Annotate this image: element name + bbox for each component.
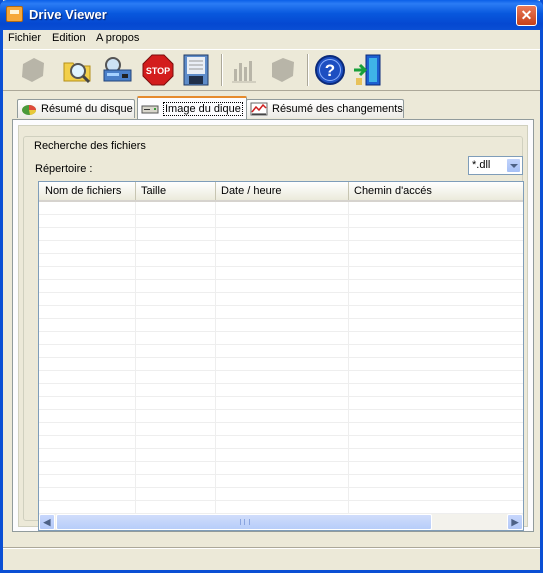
tab-panel: Recherche des fichiers Répertoire : *.dl… (12, 119, 534, 532)
drive-shape-button[interactable] (15, 52, 49, 87)
close-button[interactable]: ✕ (516, 5, 537, 26)
column-divider[interactable] (215, 182, 216, 200)
scrollbar-thumb[interactable] (56, 514, 432, 530)
stop-label: STOP (146, 66, 170, 76)
tab-label: Résumé du disque (41, 103, 133, 115)
grip-icon (240, 519, 250, 525)
floppy-save-button[interactable] (179, 52, 213, 87)
drive-shape-button-2[interactable] (265, 52, 299, 87)
column-header-path[interactable]: Chemin d'accés (354, 185, 432, 197)
stop-button[interactable]: STOP (141, 52, 175, 87)
tab-label: Résumé des changements (272, 103, 403, 115)
tab-strip: Résumé du disque Image du dique Résumé d… (3, 96, 540, 120)
file-search-group: Recherche des fichiers Répertoire : *.dl… (23, 136, 524, 531)
column-divider[interactable] (348, 182, 349, 200)
scanner-icon (103, 56, 132, 81)
toolbar-separator (221, 54, 223, 86)
tab-resume-changements[interactable]: Résumé des changements (246, 99, 404, 118)
folder-search-button[interactable] (61, 52, 95, 87)
help-label: ? (325, 61, 335, 80)
status-bar (3, 547, 540, 571)
title-bar[interactable]: Drive Viewer ✕ (0, 0, 543, 30)
tab-resume-disque[interactable]: Résumé du disque (17, 99, 135, 118)
toolbar: STOP ? (3, 49, 540, 91)
menu-fichier[interactable]: Fichier (8, 32, 41, 44)
column-gridline (135, 202, 136, 514)
tab-image-disque[interactable]: Image du dique (137, 96, 247, 119)
column-header-size[interactable]: Taille (141, 185, 166, 197)
floppy-save-icon (183, 54, 209, 85)
menu-a-propos[interactable]: A propos (96, 32, 139, 44)
file-list-body[interactable] (39, 202, 523, 514)
column-divider[interactable] (135, 182, 136, 200)
help-icon: ? (315, 54, 345, 85)
drive-shape-icon (272, 57, 294, 82)
file-filter-select[interactable]: *.dll (468, 156, 523, 175)
stop-icon: STOP (142, 54, 174, 85)
main-window: Drive Viewer ✕ Fichier Edition A propos … (0, 0, 543, 573)
column-header-name[interactable]: Nom de fichiers (45, 185, 121, 197)
menu-edition[interactable]: Edition (52, 32, 86, 44)
scanner-button[interactable] (100, 52, 134, 87)
scroll-right-icon[interactable]: ▶ (507, 514, 523, 530)
filter-value: *.dll (472, 159, 491, 171)
folder-search-icon (63, 62, 91, 83)
drive-shape-icon (22, 57, 44, 82)
toolbar-separator (307, 54, 309, 86)
scroll-left-icon[interactable]: ◀ (39, 514, 55, 530)
file-list-header: Nom de fichiers Taille Date / heure Chem… (39, 182, 523, 202)
horizontal-scrollbar[interactable]: ◀ ▶ (39, 514, 523, 530)
window-title: Drive Viewer (29, 7, 107, 22)
exit-door-icon (354, 54, 381, 85)
bar-chart-icon (232, 60, 256, 82)
column-gridline (348, 202, 349, 514)
exit-button[interactable] (351, 52, 385, 87)
group-title: Recherche des fichiers (32, 140, 148, 152)
help-button[interactable]: ? (313, 52, 347, 87)
close-icon: ✕ (520, 7, 533, 23)
column-header-date[interactable]: Date / heure (221, 185, 282, 197)
directory-label: Répertoire : (35, 163, 93, 175)
drive-icon (141, 105, 159, 113)
bar-chart-button[interactable] (227, 52, 261, 87)
file-list[interactable]: Nom de fichiers Taille Date / heure Chem… (38, 181, 524, 531)
chevron-down-icon[interactable] (506, 158, 521, 173)
panel-content: Recherche des fichiers Répertoire : *.dl… (18, 125, 528, 531)
app-drive-icon (6, 6, 23, 22)
pie-chart-icon (22, 105, 37, 115)
column-gridline (215, 202, 216, 514)
menu-bar: Fichier Edition A propos (3, 30, 540, 48)
tab-label: Image du dique (163, 101, 243, 116)
changes-chart-icon (250, 102, 268, 116)
